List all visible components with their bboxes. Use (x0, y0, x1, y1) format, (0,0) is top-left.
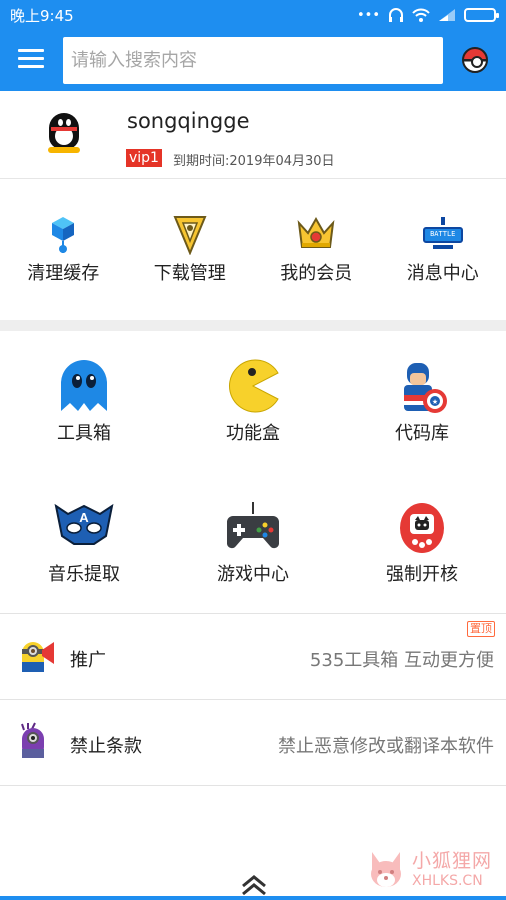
status-bar: 晚上9:45 ••• (0, 0, 506, 30)
qq-penguin-icon[interactable] (47, 113, 81, 155)
quick-action-membership[interactable]: 我的会员 (253, 180, 380, 320)
section-divider (0, 320, 506, 331)
quick-action-label: 清理缓存 (27, 263, 100, 284)
tool-label: 工具箱 (57, 423, 111, 444)
tool-label: 强制开核 (386, 564, 458, 585)
fox-logo-icon (371, 852, 401, 887)
search-input[interactable] (71, 50, 443, 71)
battle-badge-icon: BATTLE (422, 215, 463, 251)
tool-force-unlock[interactable]: 强制开核 (338, 472, 506, 612)
battle-badge-text: BATTLE (430, 230, 456, 238)
battery-icon (464, 8, 499, 22)
tool-toolbox[interactable]: 工具箱 (0, 331, 168, 471)
watermark-cn: 小狐狸网 (412, 850, 493, 872)
captain-mask-letter: A (79, 510, 89, 525)
crown-icon (297, 216, 335, 248)
minion-megaphone-icon (22, 642, 54, 672)
expire-date: 到期时间:2019年04月30日 (173, 154, 335, 169)
hamburger-menu-icon[interactable] (18, 49, 44, 71)
list-item-desc: 535工具箱 互动更方便 (309, 650, 494, 671)
vip-badge: vip1 (126, 149, 162, 167)
quick-action-label: 下载管理 (153, 263, 226, 284)
scroll-to-top-icon[interactable] (240, 874, 268, 896)
purple-minion-icon (21, 722, 44, 758)
watermark: 小狐狸网 XHLKS.CN (366, 848, 492, 892)
username: songqingge (127, 109, 250, 133)
list-item-title: 推广 (70, 650, 106, 671)
dots-icon: ••• (356, 7, 380, 23)
tool-game-center[interactable]: 游戏中心 (169, 472, 337, 612)
blue-ghost-icon (61, 360, 107, 411)
svg-text:★: ★ (432, 398, 438, 406)
list-item-promotion[interactable]: 推广 535工具箱 互动更方便 置顶 (0, 613, 506, 699)
tool-code-library[interactable]: ★ 代码库 (338, 331, 506, 471)
tool-function-box[interactable]: 功能盒 (169, 331, 337, 471)
tool-label: 代码库 (395, 423, 449, 444)
quick-action-label: 我的会员 (280, 263, 353, 284)
gamepad-icon (227, 502, 279, 549)
list-item-desc: 禁止恶意修改或翻译本软件 (278, 736, 494, 757)
tool-label: 功能盒 (226, 423, 280, 444)
cube-node-icon (52, 217, 75, 253)
quick-action-download-manager[interactable]: 下载管理 (127, 180, 254, 320)
headphones-icon (389, 8, 403, 22)
captain-mask-icon: A (54, 503, 114, 545)
bottom-accent-bar (0, 896, 506, 900)
tamagotchi-icon (400, 503, 444, 553)
profile-card[interactable]: songqingge vip1 到期时间:2019年04月30日 (0, 91, 506, 179)
triangle-badge-icon (173, 216, 207, 255)
status-time: 晚上9:45 (10, 6, 74, 25)
app-bar (0, 30, 506, 91)
status-icons: ••• (356, 7, 499, 23)
pokeball-icon[interactable] (462, 47, 488, 73)
signal-icon (439, 9, 455, 21)
pacman-icon (229, 359, 279, 413)
tool-label: 音乐提取 (48, 564, 120, 585)
captain-america-icon: ★ (404, 363, 447, 413)
quick-action-clear-cache[interactable]: 清理缓存 (0, 180, 127, 320)
wifi-icon (412, 8, 430, 22)
list-item-title: 禁止条款 (70, 736, 142, 757)
tool-music-extract[interactable]: A 音乐提取 (0, 472, 168, 612)
quick-action-label: 消息中心 (406, 263, 479, 284)
tool-label: 游戏中心 (217, 564, 289, 585)
list-item-terms[interactable]: 禁止条款 禁止恶意修改或翻译本软件 (0, 699, 506, 785)
watermark-en: XHLKS.CN (412, 873, 483, 889)
quick-action-message-center[interactable]: BATTLE 消息中心 (380, 180, 506, 320)
list-divider (0, 785, 506, 786)
quick-actions: 清理缓存 下载管理 我的会员 BATTLE 消息中心 (0, 180, 506, 320)
search-box[interactable] (63, 37, 443, 84)
pinned-badge: 置顶 (467, 621, 495, 637)
